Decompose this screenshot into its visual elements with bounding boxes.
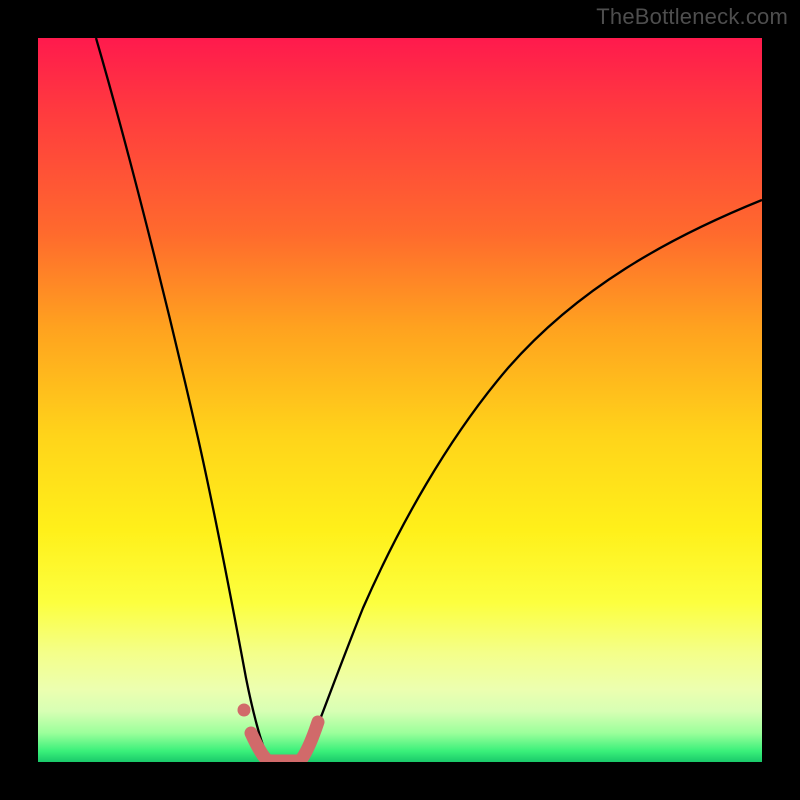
outer-frame: TheBottleneck.com xyxy=(0,0,800,800)
valley-marker-path xyxy=(251,722,318,761)
left-curve xyxy=(96,38,270,762)
plot-area xyxy=(38,38,762,762)
watermark-text: TheBottleneck.com xyxy=(596,4,788,30)
right-curve xyxy=(303,200,762,762)
curve-layer xyxy=(38,38,762,762)
left-dot-marker xyxy=(238,704,251,717)
